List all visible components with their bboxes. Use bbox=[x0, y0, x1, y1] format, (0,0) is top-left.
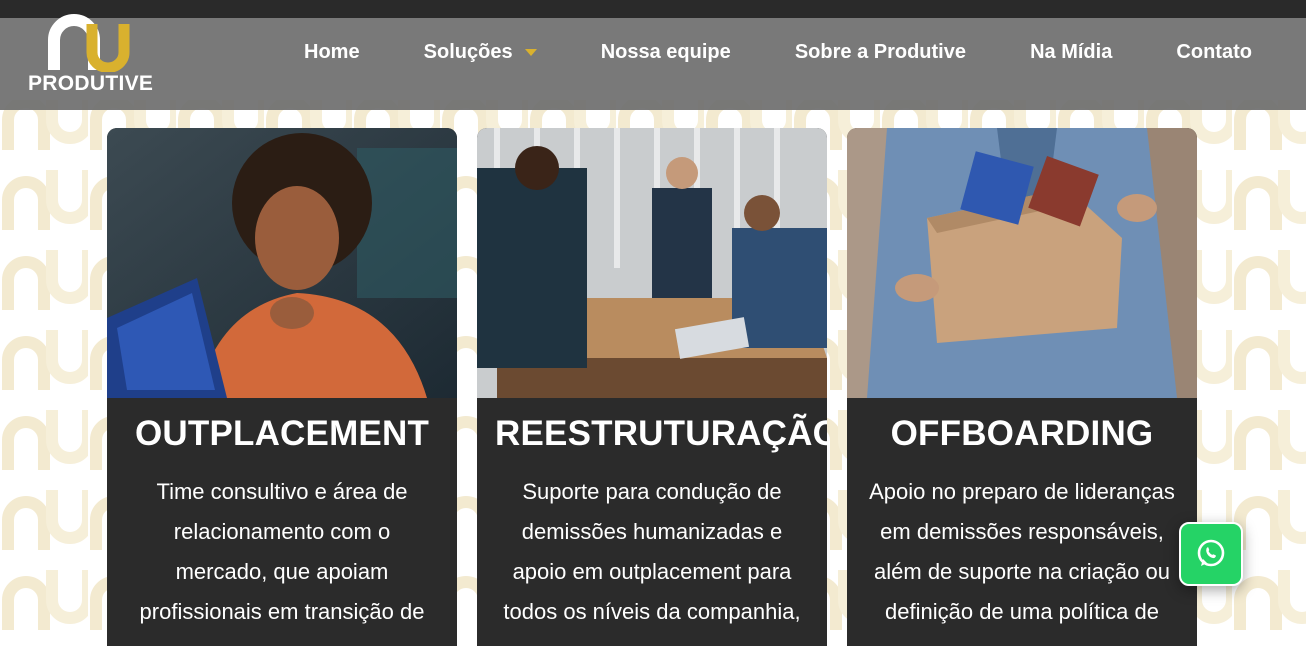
team-meeting-photo bbox=[477, 128, 827, 398]
card-reestruturacao[interactable]: REESTRUTURAÇÃO Suporte para condução de … bbox=[477, 128, 827, 646]
card-title: OUTPLACEMENT bbox=[134, 414, 430, 453]
whatsapp-icon bbox=[1197, 539, 1225, 567]
nav-item-sobre[interactable]: Sobre a Produtive bbox=[791, 41, 970, 64]
card-outplacement[interactable]: OUTPLACEMENT Time consultivo e área de r… bbox=[107, 128, 457, 646]
card-text: Time consultivo e área de relacionamento… bbox=[139, 479, 425, 624]
nav-item-solucoes[interactable]: Soluções bbox=[420, 41, 541, 64]
nav-label: Contato bbox=[1176, 40, 1252, 63]
top-bar bbox=[0, 0, 1306, 18]
woman-with-tablet-photo bbox=[107, 128, 457, 398]
solutions-cards: OUTPLACEMENT Time consultivo e área de r… bbox=[107, 128, 1197, 646]
main-nav: Home Soluções Nossa equipe Sobre a Produ… bbox=[300, 18, 1256, 86]
chevron-down-icon bbox=[524, 48, 537, 56]
card-text: Suporte para condução de demissões human… bbox=[503, 479, 801, 624]
whatsapp-button[interactable] bbox=[1179, 522, 1243, 586]
logo-text: PRODUTIVE bbox=[28, 72, 154, 95]
nav-item-nossa-equipe[interactable]: Nossa equipe bbox=[597, 41, 735, 64]
nav-label: Nossa equipe bbox=[600, 40, 731, 63]
site-logo[interactable]: PRODUTIVE bbox=[28, 4, 154, 104]
card-text: Apoio no preparo de lideranças em demiss… bbox=[869, 479, 1175, 624]
nav-label: Na Mídia bbox=[1030, 40, 1113, 63]
nav-item-home[interactable]: Home bbox=[300, 41, 364, 64]
nav-item-contato[interactable]: Contato bbox=[1172, 41, 1256, 64]
card-offboarding[interactable]: OFFBOARDING Apoio no preparo de lideranç… bbox=[847, 128, 1197, 646]
card-title: REESTRUTURAÇÃO bbox=[495, 414, 827, 453]
nav-item-na-midia[interactable]: Na Mídia bbox=[1026, 41, 1116, 64]
nav-label: Home bbox=[304, 40, 360, 63]
card-title: OFFBOARDING bbox=[890, 414, 1154, 453]
produtive-logo-mark-icon bbox=[48, 14, 130, 72]
nav-label: Sobre a Produtive bbox=[794, 40, 966, 63]
person-carrying-box-photo bbox=[847, 128, 1197, 398]
nav-label: Soluções bbox=[423, 40, 513, 63]
